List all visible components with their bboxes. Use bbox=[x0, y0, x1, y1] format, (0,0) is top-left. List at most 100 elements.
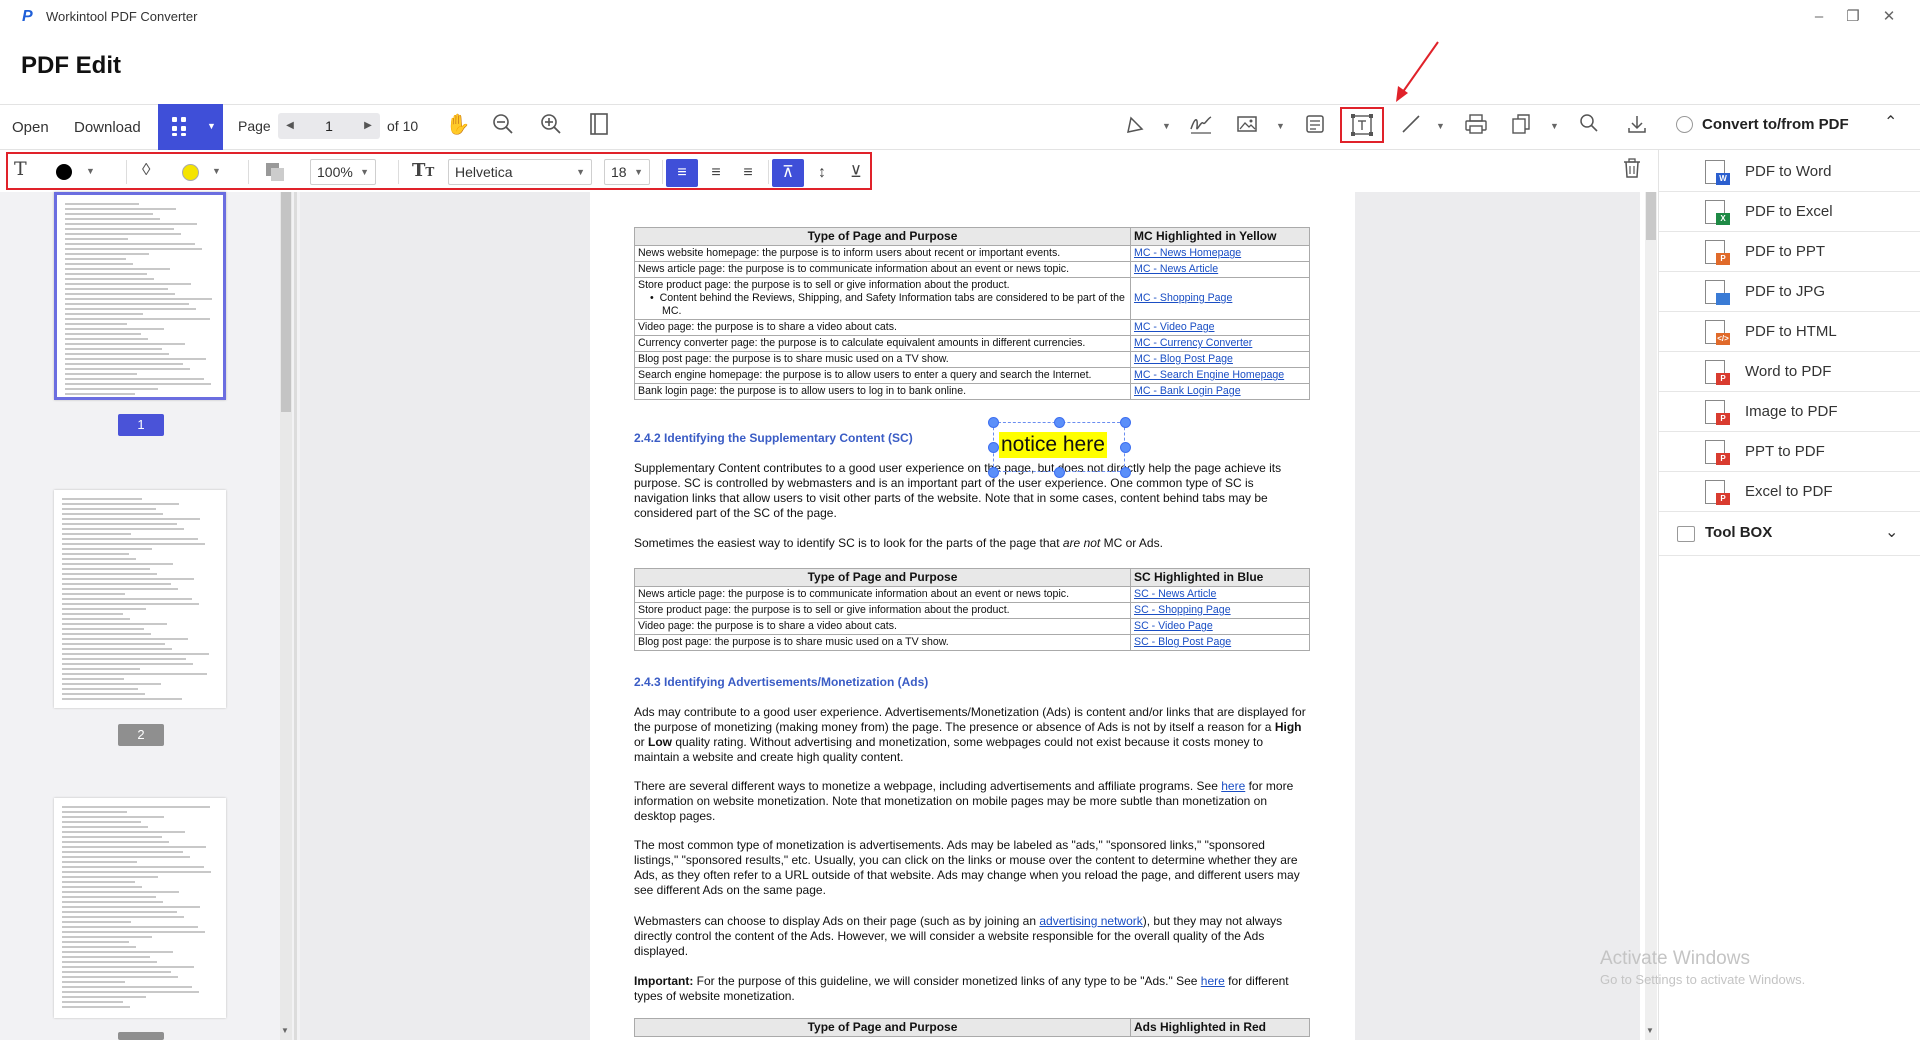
page-number-input[interactable] bbox=[302, 113, 356, 139]
table-link[interactable]: MC - Shopping Page bbox=[1134, 292, 1232, 304]
thumbnail-text-line bbox=[65, 243, 195, 245]
convert-item[interactable]: P Word to PDF bbox=[1659, 352, 1920, 392]
advertising-network-link[interactable]: advertising network bbox=[1039, 914, 1142, 928]
minimize-button[interactable]: – bbox=[1806, 6, 1832, 28]
resize-handle[interactable] bbox=[1054, 417, 1065, 428]
convert-item[interactable]: P PDF to PPT bbox=[1659, 232, 1920, 272]
resize-handle[interactable] bbox=[1120, 442, 1131, 453]
resize-handle[interactable] bbox=[988, 417, 999, 428]
text-box-content[interactable]: notice here bbox=[999, 432, 1107, 458]
chevron-down-icon[interactable]: ▼ bbox=[86, 166, 95, 176]
scroll-down-icon[interactable]: ▼ bbox=[1646, 1026, 1654, 1035]
convert-item[interactable]: P Image to PDF bbox=[1659, 392, 1920, 432]
close-button[interactable]: ✕ bbox=[1876, 6, 1902, 28]
chevron-down-icon[interactable]: ▼ bbox=[1162, 121, 1171, 131]
convert-item[interactable]: P Excel to PDF bbox=[1659, 472, 1920, 512]
convert-item[interactable]: W PDF to Word bbox=[1659, 152, 1920, 192]
text-box-tool-button[interactable] bbox=[1340, 107, 1384, 143]
toolbox-section[interactable]: Tool BOX ⌄ bbox=[1659, 512, 1920, 556]
text-box-annotation[interactable]: notice here bbox=[988, 417, 1131, 478]
resize-handle[interactable] bbox=[988, 467, 999, 478]
resize-handle[interactable] bbox=[1120, 417, 1131, 428]
fill-color-swatch[interactable] bbox=[182, 164, 199, 181]
zoom-in-icon[interactable] bbox=[538, 113, 564, 141]
opacity-select[interactable]: 100% ▼ bbox=[310, 159, 376, 185]
thumbnail-page-1[interactable] bbox=[54, 192, 226, 400]
thumbnail-view-button[interactable]: ▼ bbox=[158, 104, 223, 150]
thumbnail-page-2[interactable] bbox=[54, 490, 226, 708]
document-scroll-thumb[interactable] bbox=[1646, 192, 1656, 240]
chevron-down-icon[interactable]: ⌄ bbox=[1885, 522, 1898, 542]
scroll-down-icon[interactable]: ▼ bbox=[281, 1026, 289, 1035]
table-link[interactable]: SC - News Article bbox=[1134, 588, 1216, 600]
valign-top-button[interactable]: ⊼ bbox=[772, 159, 804, 187]
table-link[interactable]: MC - Currency Converter bbox=[1134, 337, 1252, 349]
convert-section-title[interactable]: Convert to/from PDF bbox=[1702, 116, 1849, 133]
prev-page-icon[interactable]: ◀ bbox=[278, 113, 302, 139]
table-link[interactable]: MC - Search Engine Homepage bbox=[1134, 369, 1284, 381]
hand-tool-icon[interactable]: ✋ bbox=[445, 113, 471, 137]
chevron-down-icon[interactable]: ▼ bbox=[1276, 121, 1285, 131]
thumbnail-text-line bbox=[62, 643, 165, 645]
file-convert-icon: P bbox=[1705, 240, 1730, 265]
chevron-down-icon[interactable]: ▼ bbox=[1436, 121, 1445, 131]
pen-tool-icon[interactable] bbox=[1122, 113, 1148, 141]
valign-bottom-button[interactable]: ⊻ bbox=[840, 159, 872, 187]
table-link[interactable]: SC - Blog Post Page bbox=[1134, 636, 1231, 648]
thumbnail-text-line bbox=[65, 348, 162, 350]
page-extract-icon[interactable] bbox=[1508, 113, 1534, 141]
convert-item[interactable]: X PDF to Excel bbox=[1659, 192, 1920, 232]
font-family-select[interactable]: Helvetica ▼ bbox=[448, 159, 592, 185]
table-link[interactable]: MC - Blog Post Page bbox=[1134, 353, 1233, 365]
table-link[interactable]: MC - News Article bbox=[1134, 263, 1218, 275]
convert-icon bbox=[1676, 116, 1693, 133]
next-page-icon[interactable]: ▶ bbox=[356, 113, 380, 139]
valign-middle-button[interactable]: ↕ bbox=[806, 159, 838, 187]
resize-handle[interactable] bbox=[1054, 467, 1065, 478]
resize-handle[interactable] bbox=[1120, 467, 1131, 478]
resize-handle[interactable] bbox=[988, 442, 999, 453]
trash-icon[interactable] bbox=[1622, 157, 1646, 183]
fill-bucket-icon[interactable]: ◊ bbox=[142, 160, 150, 180]
table-link[interactable]: SC - Shopping Page bbox=[1134, 604, 1231, 616]
table-link[interactable]: SC - Video Page bbox=[1134, 620, 1213, 632]
zoom-out-icon[interactable] bbox=[490, 113, 516, 141]
open-button[interactable]: Open bbox=[12, 119, 49, 136]
font-size-select[interactable]: 18 ▼ bbox=[604, 159, 650, 185]
pane-splitter[interactable] bbox=[294, 192, 297, 1040]
convert-item[interactable]: P PPT to PDF bbox=[1659, 432, 1920, 472]
table-link[interactable]: MC - Video Page bbox=[1134, 321, 1214, 333]
line-tool-icon[interactable] bbox=[1398, 113, 1424, 141]
here-link[interactable]: here bbox=[1201, 974, 1225, 988]
chevron-down-icon[interactable]: ▼ bbox=[1550, 121, 1559, 131]
align-left-button[interactable]: ≡ bbox=[666, 159, 698, 187]
chevron-up-icon[interactable]: ⌃ bbox=[1884, 112, 1897, 132]
thumbnail-text-line bbox=[62, 598, 192, 600]
page-stepper: ◀ ▶ bbox=[278, 113, 380, 139]
table-link[interactable]: MC - Bank Login Page bbox=[1134, 385, 1241, 397]
here-link[interactable]: here bbox=[1221, 779, 1245, 793]
download-icon[interactable] bbox=[1624, 113, 1650, 141]
download-button[interactable]: Download bbox=[74, 119, 141, 136]
font-color-swatch[interactable] bbox=[56, 164, 72, 180]
table-row: Video page: the purpose is to share a vi… bbox=[634, 618, 1310, 635]
restore-button[interactable]: ❐ bbox=[1840, 6, 1866, 28]
thumbnail-page-3[interactable] bbox=[54, 798, 226, 1018]
align-right-button[interactable]: ≡ bbox=[732, 159, 764, 187]
align-center-button[interactable]: ≡ bbox=[700, 159, 732, 187]
document-scrollbar[interactable] bbox=[1645, 192, 1657, 1040]
comment-icon[interactable] bbox=[1302, 113, 1328, 141]
convert-item[interactable]: </> PDF to HTML bbox=[1659, 312, 1920, 352]
thumbnail-scroll-thumb[interactable] bbox=[281, 192, 291, 412]
print-icon[interactable] bbox=[1462, 113, 1490, 141]
table-link[interactable]: MC - News Homepage bbox=[1134, 247, 1241, 259]
text-tool-icon[interactable]: T bbox=[14, 158, 27, 180]
convert-item[interactable]: PDF to JPG bbox=[1659, 272, 1920, 312]
image-insert-icon[interactable] bbox=[1234, 113, 1260, 141]
thumbnail-text-line bbox=[62, 543, 205, 545]
signature-icon[interactable] bbox=[1188, 113, 1214, 141]
search-icon[interactable] bbox=[1576, 113, 1602, 139]
page-fit-icon[interactable] bbox=[586, 113, 612, 141]
thumbnail-text-line bbox=[62, 851, 183, 853]
chevron-down-icon[interactable]: ▼ bbox=[212, 166, 221, 176]
